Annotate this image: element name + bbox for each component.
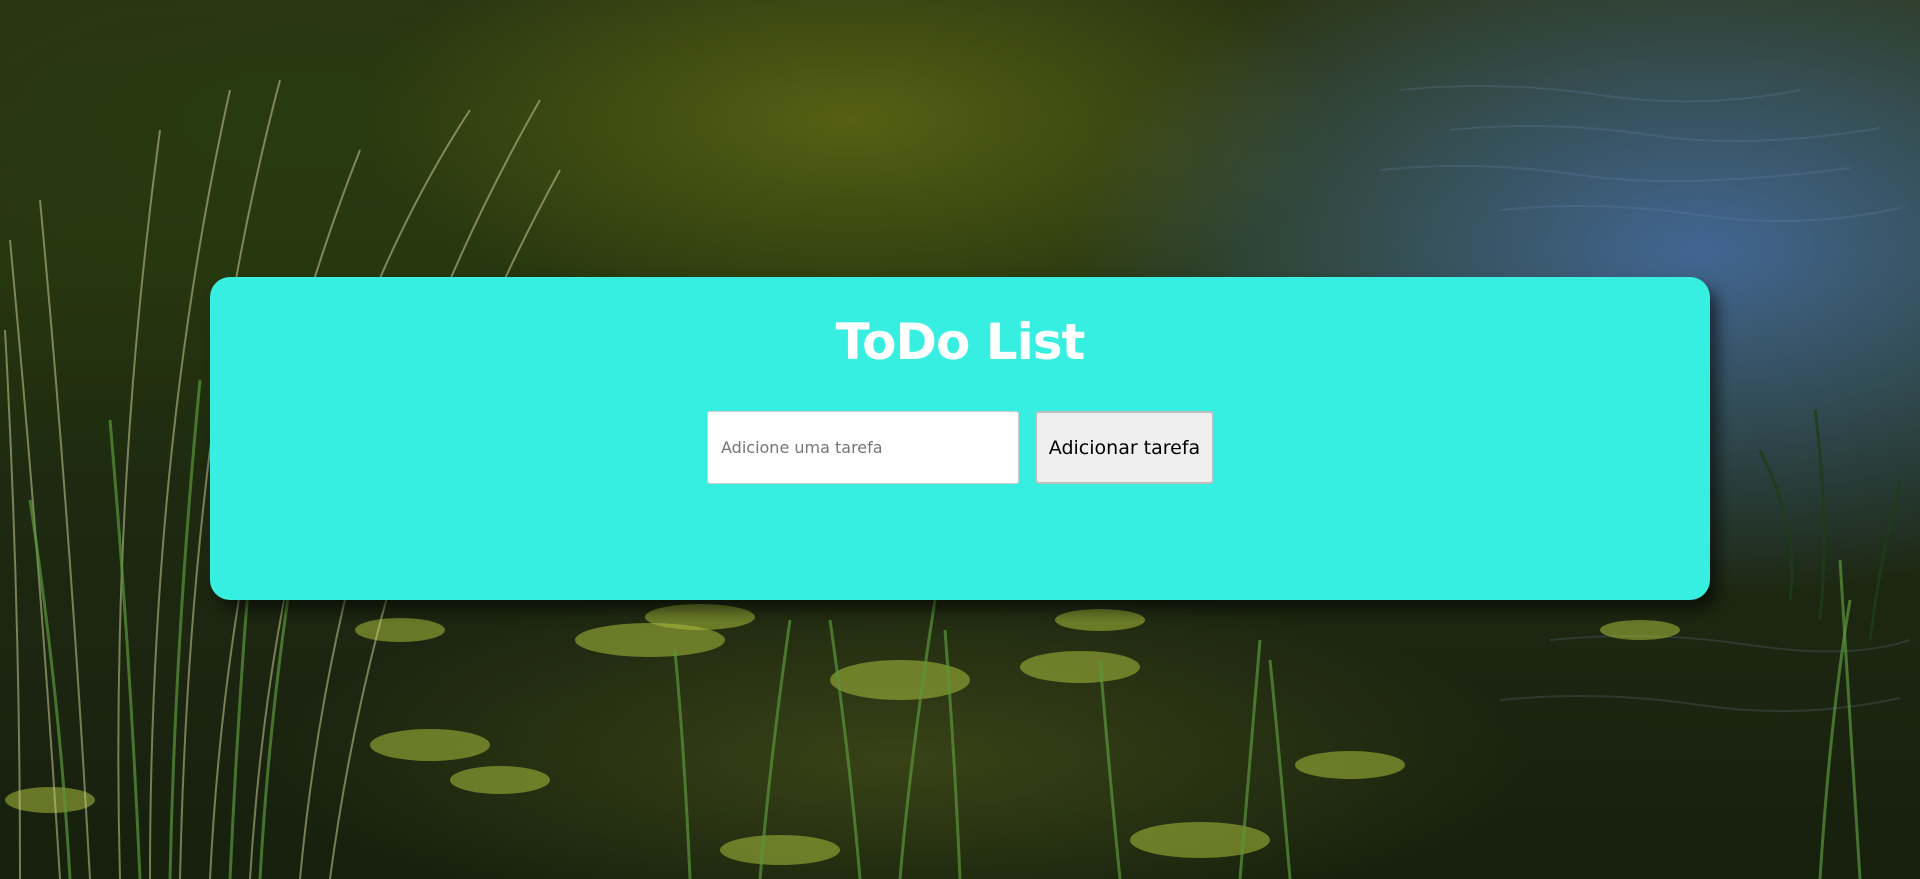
add-task-button[interactable]: Adicionar tarefa xyxy=(1035,411,1214,484)
page-title: ToDo List xyxy=(835,313,1086,371)
add-task-form: Adicionar tarefa xyxy=(707,411,1214,484)
task-input[interactable] xyxy=(707,411,1019,484)
todo-card: ToDo List Adicionar tarefa xyxy=(210,277,1710,600)
